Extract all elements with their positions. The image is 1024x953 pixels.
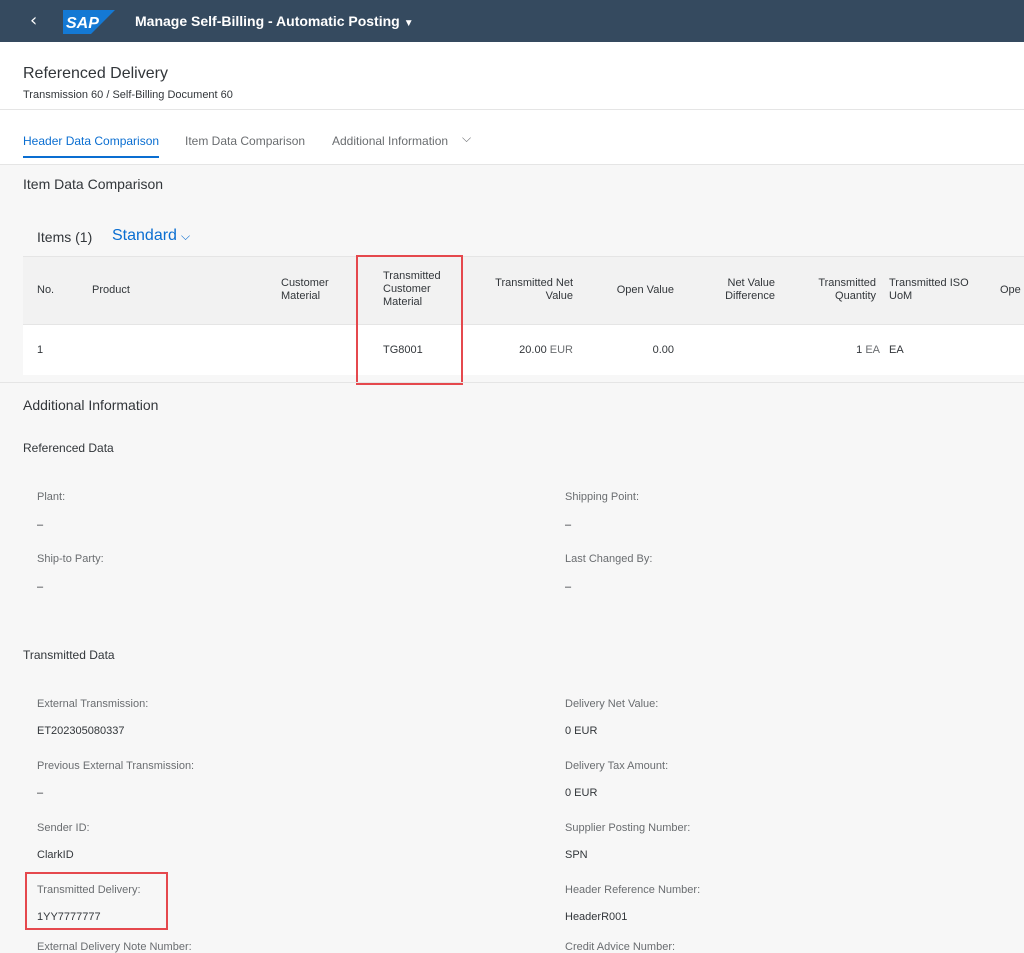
sap-logo-text: SAP (66, 15, 99, 32)
column-header-product[interactable]: Product (92, 284, 130, 297)
additional-information-title: Additional Information (23, 397, 159, 413)
header-line: Transmitted (818, 277, 876, 289)
field-label-external-delivery-note-number: External Delivery Note Number: (37, 941, 192, 953)
quantity-amount: 1 (856, 344, 863, 356)
items-count-title: Items (1) (37, 229, 93, 245)
page-subtitle: Transmission 60 / Self-Billing Document … (23, 89, 233, 101)
column-header-transmitted-net-value[interactable]: Transmitted Net Value (478, 277, 573, 303)
sap-logo[interactable]: SAP (63, 10, 115, 34)
field-label-ship-to-party: Ship-to Party: (37, 553, 104, 565)
cell-transmitted-net-value: 20.00 EUR (478, 344, 573, 356)
highlight-box-transmitted-delivery (25, 872, 168, 930)
field-label-shipping-point: Shipping Point: (565, 491, 639, 503)
field-value-supplier-posting-number: SPN (565, 849, 588, 861)
variant-selector[interactable]: Standard ⌵ (112, 227, 190, 245)
item-data-comparison-title: Item Data Comparison (23, 176, 164, 192)
back-arrow-icon[interactable]: ‹ (30, 10, 37, 32)
header-line: Transmitted Net (495, 277, 573, 289)
header-line: Quantity (835, 290, 876, 302)
table-header: No. Product Customer Material Transmitte… (23, 257, 1024, 325)
quantity-unit: EA (865, 344, 880, 356)
referenced-data-title: Referenced Data (23, 441, 114, 455)
field-value-ship-to-party: – (37, 581, 44, 593)
header-divider (0, 109, 1024, 110)
field-label-header-reference-number: Header Reference Number: (565, 884, 701, 896)
highlight-box-transmitted-customer-material (356, 255, 463, 385)
transmitted-data-title: Transmitted Data (23, 648, 115, 662)
cell-transmitted-quantity: 1 EA (803, 344, 880, 356)
cell-no: 1 (37, 344, 44, 356)
header-line: UoM (889, 290, 913, 302)
app-title-menu[interactable]: Manage Self-Billing - Automatic Posting ▼ (135, 13, 414, 29)
field-value-shipping-point: – (565, 519, 572, 531)
field-value-delivery-tax-amount: 0 EUR (565, 787, 598, 799)
column-header-transmitted-iso-uom[interactable]: Transmitted ISO UoM (889, 277, 969, 303)
field-value-delivery-net-value: 0 EUR (565, 725, 598, 737)
field-label-delivery-tax-amount: Delivery Tax Amount: (565, 760, 669, 772)
field-value-previous-external-transmission: – (37, 787, 44, 799)
field-label-previous-external-transmission: Previous External Transmission: (37, 760, 195, 772)
header-line: Transmitted ISO (889, 277, 969, 289)
column-header-net-value-difference[interactable]: Net Value Difference (705, 277, 775, 303)
field-label-last-changed-by: Last Changed By: (565, 553, 653, 565)
column-header-no[interactable]: No. (37, 284, 54, 297)
field-label-delivery-net-value: Delivery Net Value: (565, 698, 659, 710)
tab-additional-information[interactable]: Additional Information (332, 134, 448, 148)
field-value-header-reference-number: HeaderR001 (565, 911, 628, 923)
field-value-plant: – (37, 519, 44, 531)
field-label-sender-id: Sender ID: (37, 822, 90, 834)
column-header-transmitted-quantity[interactable]: Transmitted Quantity (803, 277, 876, 303)
net-value-currency: EUR (549, 344, 573, 356)
active-tab-indicator (23, 156, 159, 158)
column-header-customer-material[interactable]: Customer Material (281, 277, 329, 303)
field-value-external-transmission: ET202305080337 (37, 725, 125, 737)
field-value-sender-id: ClarkID (37, 849, 74, 861)
section-separator (0, 382, 1024, 383)
header-line: Difference (725, 290, 775, 302)
caret-down-icon: ▼ (403, 18, 414, 29)
field-value-last-changed-by: – (565, 581, 572, 593)
field-label-credit-advice-number: Credit Advice Number: (565, 941, 676, 953)
object-header: Referenced Delivery Transmission 60 / Se… (0, 42, 1024, 165)
column-header-open[interactable]: Ope (1000, 284, 1021, 297)
header-line: Material (281, 290, 321, 302)
header-line: Value (545, 290, 573, 302)
chevron-down-icon[interactable]: ⌵ (462, 131, 471, 146)
column-header-open-value[interactable]: Open Value (598, 284, 674, 297)
tab-item-data-comparison[interactable]: Item Data Comparison (185, 134, 305, 148)
field-label-plant: Plant: (37, 491, 66, 503)
variant-label: Standard (112, 227, 177, 244)
cell-transmitted-iso-uom: EA (889, 344, 904, 356)
items-table: No. Product Customer Material Transmitte… (23, 256, 1024, 375)
tab-header-data-comparison[interactable]: Header Data Comparison (23, 134, 159, 148)
header-line: Customer (281, 277, 329, 289)
chevron-down-icon: ⌵ (180, 229, 191, 243)
page-title: Referenced Delivery (23, 65, 168, 82)
net-value-amount: 20.00 (519, 344, 547, 356)
header-line: Net Value (727, 277, 776, 289)
app-title: Manage Self-Billing - Automatic Posting (135, 13, 400, 29)
field-label-supplier-posting-number: Supplier Posting Number: (565, 822, 691, 834)
shell-bar: ‹ SAP Manage Self-Billing - Automatic Po… (0, 0, 1024, 42)
cell-open-value: 0.00 (652, 344, 674, 356)
field-label-external-transmission: External Transmission: (37, 698, 149, 710)
